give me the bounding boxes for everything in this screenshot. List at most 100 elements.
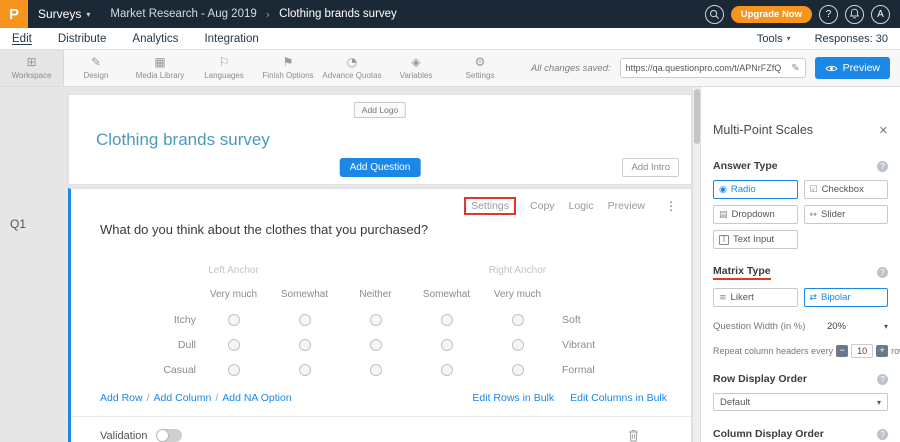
search-button[interactable]: [705, 5, 724, 24]
answer-type-dropdown[interactable]: ▤ Dropdown: [713, 205, 798, 224]
toggle-knob: [157, 430, 168, 441]
toolbar-item-design[interactable]: ✎ Design: [64, 50, 128, 86]
answer-type-checkbox[interactable]: ☑ Checkbox: [804, 180, 889, 199]
column-display-order-label: Column Display Order: [713, 428, 824, 440]
question-logic-button[interactable]: Logic: [569, 200, 594, 212]
menu-item-integration[interactable]: Integration: [204, 33, 258, 45]
toolbar-item-variables[interactable]: ◈ Variables: [384, 50, 448, 86]
matrix-radio[interactable]: [441, 314, 453, 326]
menu-item-distribute[interactable]: Distribute: [58, 33, 107, 45]
toolbar-item-advance-quotas[interactable]: ◔ Advance Quotas: [320, 50, 384, 86]
toolbar-item-media-library[interactable]: ▦ Media Library: [128, 50, 192, 86]
repeat-headers-value[interactable]: 10: [851, 344, 873, 358]
notifications-button[interactable]: [845, 5, 864, 24]
responses-count[interactable]: Responses: 30: [815, 33, 888, 45]
edit-columns-bulk-link[interactable]: Edit Columns in Bulk: [570, 392, 667, 404]
matrix-type-likert[interactable]: ≡ Likert: [713, 288, 798, 307]
survey-title[interactable]: Clothing brands survey: [96, 130, 270, 150]
kebab-menu-icon[interactable]: ⋮: [665, 199, 677, 213]
save-status-text: All changes saved:: [531, 63, 611, 74]
settings-gear-icon: ⚙: [475, 56, 486, 69]
close-icon[interactable]: ✕: [879, 124, 888, 137]
row-left-label[interactable]: Casual: [71, 357, 198, 382]
row-right-label[interactable]: Formal: [553, 357, 692, 382]
matrix-radio[interactable]: [228, 364, 240, 376]
row-right-label[interactable]: Vibrant: [553, 332, 692, 357]
matrix-radio[interactable]: [299, 339, 311, 351]
canvas-scrollbar[interactable]: [692, 87, 700, 442]
toolbar-item-finish-options[interactable]: ⚑ Finish Options: [256, 50, 320, 86]
text-input-icon: T: [719, 235, 729, 245]
chevron-down-icon[interactable]: ▾: [884, 322, 888, 331]
left-anchor-label: Left Anchor: [198, 259, 269, 281]
validation-toggle[interactable]: [156, 429, 182, 442]
help-button[interactable]: ?: [819, 5, 838, 24]
row-display-order-value: Default: [720, 397, 750, 408]
question-width-value[interactable]: 20%: [827, 321, 846, 332]
edit-rows-bulk-link[interactable]: Edit Rows in Bulk: [472, 392, 554, 404]
add-na-option-link[interactable]: Add NA Option: [222, 392, 291, 404]
survey-url-field[interactable]: https://qa.questionpro.com/t/APNrFZfQ ✎: [620, 58, 806, 78]
toolbar-item-languages[interactable]: ⚐ Languages: [192, 50, 256, 86]
matrix-radio[interactable]: [299, 364, 311, 376]
row-right-label[interactable]: Soft: [553, 307, 692, 332]
breadcrumb-survey-title: Clothing brands survey: [279, 8, 397, 20]
question-settings-button[interactable]: Settings: [464, 197, 516, 215]
bipolar-matrix: Left Anchor Right Anchor Very much Somew…: [71, 259, 692, 382]
matrix-radio[interactable]: [512, 339, 524, 351]
answer-type-text-input[interactable]: T Text Input: [713, 230, 798, 249]
matrix-radio[interactable]: [441, 364, 453, 376]
answer-type-slider[interactable]: ↔ Slider: [804, 205, 889, 224]
add-intro-button[interactable]: Add Intro: [622, 158, 679, 177]
add-row-link[interactable]: Add Row: [100, 392, 143, 404]
edit-url-pencil-icon[interactable]: ✎: [791, 63, 799, 74]
add-question-button[interactable]: Add Question: [340, 158, 421, 177]
surveys-menu[interactable]: Surveys ▾: [38, 7, 90, 21]
add-column-link[interactable]: Add Column: [154, 392, 212, 404]
matrix-radio[interactable]: [370, 314, 382, 326]
right-anchor-label: Right Anchor: [482, 259, 553, 281]
decrement-button[interactable]: −: [836, 345, 848, 357]
toolbar-item-workspace[interactable]: ⊞ Workspace: [0, 50, 64, 86]
column-header: Somewhat: [269, 281, 340, 307]
finish-options-icon: ⚑: [283, 56, 294, 69]
preview-button[interactable]: Preview: [815, 57, 890, 79]
eye-icon: [825, 64, 838, 73]
question-preview-button[interactable]: Preview: [608, 200, 645, 212]
matrix-radio[interactable]: [228, 339, 240, 351]
matrix-radio[interactable]: [441, 339, 453, 351]
matrix-radio[interactable]: [370, 364, 382, 376]
column-header: Somewhat: [411, 281, 482, 307]
menu-item-edit[interactable]: Edit: [12, 33, 32, 45]
tools-label: Tools: [757, 33, 783, 45]
row-left-label[interactable]: Dull: [71, 332, 198, 357]
matrix-radio[interactable]: [512, 364, 524, 376]
matrix-radio[interactable]: [512, 314, 524, 326]
breadcrumb-folder[interactable]: Market Research - Aug 2019: [110, 8, 256, 20]
menu-item-analytics[interactable]: Analytics: [132, 33, 178, 45]
answer-type-radio[interactable]: ◉ Radio: [713, 180, 798, 199]
question-number: Q1: [10, 217, 26, 231]
upgrade-now-button[interactable]: Upgrade Now: [731, 6, 812, 23]
questionpro-logo[interactable]: P: [0, 0, 28, 28]
delete-question-button[interactable]: [628, 429, 639, 442]
help-icon[interactable]: ?: [877, 267, 888, 278]
help-icon[interactable]: ?: [877, 429, 888, 440]
matrix-radio[interactable]: [299, 314, 311, 326]
increment-button[interactable]: +: [876, 345, 888, 357]
matrix-radio[interactable]: [228, 314, 240, 326]
question-copy-button[interactable]: Copy: [530, 200, 555, 212]
matrix-type-bipolar[interactable]: ⇄ Bipolar: [804, 288, 889, 307]
account-avatar[interactable]: A: [871, 5, 890, 24]
help-icon[interactable]: ?: [877, 161, 888, 172]
question-text[interactable]: What do you think about the clothes that…: [100, 222, 428, 237]
toolbar-item-settings[interactable]: ⚙ Settings: [448, 50, 512, 86]
row-left-label[interactable]: Itchy: [71, 307, 198, 332]
help-icon[interactable]: ?: [877, 374, 888, 385]
row-display-order-select[interactable]: Default ▾: [713, 393, 888, 411]
tools-menu[interactable]: Tools ▾: [757, 33, 791, 45]
matrix-radio[interactable]: [370, 339, 382, 351]
trash-icon: [628, 429, 639, 442]
design-icon: ✎: [91, 56, 101, 69]
add-logo-button[interactable]: Add Logo: [354, 102, 406, 118]
